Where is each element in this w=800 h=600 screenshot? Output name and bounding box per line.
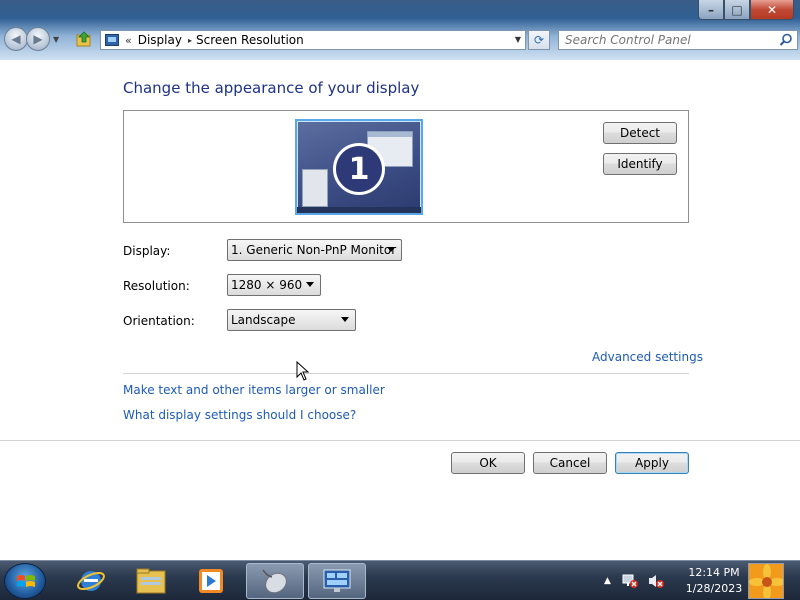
recent-pages-dropdown[interactable]: ▼ (53, 35, 59, 44)
refresh-icon: ⟳ (533, 33, 545, 47)
cancel-button[interactable]: Cancel (533, 452, 607, 474)
clock[interactable]: 12:14 PM 1/28/2023 (683, 565, 745, 597)
taskbar-internet-explorer[interactable] (62, 563, 120, 599)
monitor-number-badge: 1 (333, 143, 385, 195)
section-divider (123, 373, 689, 374)
apply-button[interactable]: Apply (615, 452, 689, 474)
clock-time: 12:14 PM (688, 566, 740, 579)
preview-start-menu-graphic (302, 169, 328, 207)
address-bar[interactable]: « Display ▸ Screen Resolution ▼ (100, 30, 526, 50)
orientation-label: Orientation: (123, 314, 195, 328)
page-title: Change the appearance of your display (123, 79, 420, 97)
preview-taskbar-graphic (297, 207, 421, 213)
display-select[interactable]: 1. Generic Non-PnP Monitor (227, 239, 402, 261)
internet-explorer-icon (77, 571, 105, 591)
network-disconnected-icon[interactable] (621, 573, 639, 589)
identify-button[interactable]: Identify (603, 153, 677, 175)
taskbar: ▲ 12:14 PM 1/28/2023 (0, 560, 800, 600)
taskbar-windows-explorer[interactable] (122, 563, 180, 599)
volume-muted-icon[interactable] (647, 573, 665, 589)
advanced-settings-link[interactable]: Advanced settings (592, 350, 703, 364)
start-button[interactable] (4, 563, 46, 599)
search-icon[interactable] (779, 33, 793, 47)
media-player-icon (199, 569, 223, 593)
back-arrow-icon: ◀ (11, 32, 21, 46)
resolution-select-value: 1280 × 960 (231, 278, 303, 292)
taskbar-mouse-properties[interactable] (246, 563, 304, 599)
close-button[interactable]: ✕ (750, 0, 794, 20)
monitor-preview-panel: 1 Detect Identify (123, 110, 689, 223)
footer-divider (0, 440, 800, 441)
user-picture-flower[interactable] (748, 563, 784, 599)
show-hidden-icons-icon[interactable]: ▲ (604, 576, 611, 586)
chevron-down-icon (341, 317, 349, 322)
monitor-number: 1 (336, 146, 382, 192)
clock-date: 1/28/2023 (685, 582, 743, 595)
text-size-link[interactable]: Make text and other items larger or smal… (123, 383, 385, 397)
windows-logo-icon (17, 575, 35, 587)
detect-button[interactable]: Detect (603, 122, 677, 144)
refresh-button[interactable]: ⟳ (528, 30, 550, 50)
maximize-button[interactable]: □ (724, 0, 750, 20)
ok-button[interactable]: OK (451, 452, 525, 474)
mouse-cursor-icon (296, 361, 310, 381)
breadcrumb-display[interactable]: Display (138, 33, 182, 47)
breadcrumb-separator-icon[interactable]: ▸ (188, 36, 192, 45)
orientation-select[interactable]: Landscape (227, 309, 356, 331)
search-input[interactable] (565, 33, 765, 47)
forward-arrow-icon: ▶ (33, 32, 43, 46)
display-settings-icon (323, 569, 351, 592)
breadcrumb-overflow[interactable]: « (125, 34, 132, 47)
display-select-value: 1. Generic Non-PnP Monitor (231, 243, 397, 257)
taskbar-media-player[interactable] (182, 563, 240, 599)
back-button[interactable]: ◀ (4, 27, 28, 51)
display-label: Display: (123, 244, 171, 258)
address-dropdown-icon[interactable]: ▼ (515, 35, 521, 44)
breadcrumb-screen-resolution[interactable]: Screen Resolution (196, 33, 304, 47)
control-panel-icon (105, 34, 119, 46)
minimize-button[interactable]: – (698, 0, 724, 20)
chevron-down-icon (306, 282, 314, 287)
system-tray: ▲ (604, 561, 665, 600)
mouse-icon (262, 569, 287, 594)
resolution-select[interactable]: 1280 × 960 (227, 274, 321, 296)
monitor-1-icon[interactable]: 1 (295, 119, 423, 215)
navigation-buttons: ◀ ▶ ▼ (4, 27, 59, 51)
window-controls: – □ ✕ (698, 0, 794, 20)
chevron-down-icon (387, 247, 395, 252)
window-chrome: – □ ✕ ◀ ▶ ▼ « Display ▸ Screen Resolutio… (0, 0, 800, 60)
flower-icon (749, 564, 783, 598)
orientation-select-value: Landscape (231, 313, 296, 327)
taskbar-display-settings[interactable] (308, 563, 366, 599)
resolution-label: Resolution: (123, 279, 190, 293)
windows-explorer-icon (136, 568, 166, 594)
display-help-link[interactable]: What display settings should I choose? (123, 408, 356, 422)
up-folder-icon[interactable] (76, 31, 92, 47)
search-box[interactable] (558, 30, 798, 50)
forward-button[interactable]: ▶ (26, 27, 50, 51)
